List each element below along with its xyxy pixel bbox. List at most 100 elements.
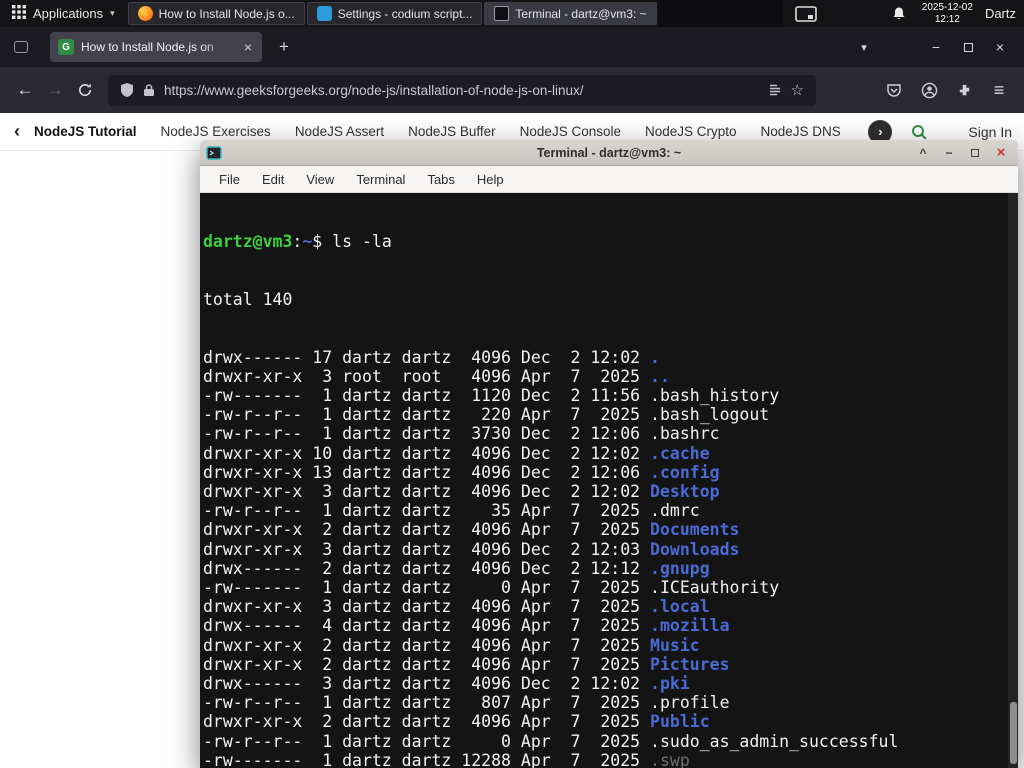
taskbar-button-firefox[interactable]: How to Install Node.js o... bbox=[127, 2, 305, 25]
taskbar-button-terminal[interactable]: Terminal - dartz@vm3: ~ bbox=[484, 2, 657, 25]
terminal-scrollbar[interactable] bbox=[1008, 193, 1018, 768]
bookmark-star-icon[interactable]: ☆ bbox=[791, 81, 804, 99]
file-name: .profile bbox=[650, 693, 730, 713]
maximize-button[interactable] bbox=[952, 33, 984, 61]
prompt-path: ~ bbox=[302, 232, 313, 252]
command-text: ls -la bbox=[332, 232, 392, 252]
clock[interactable]: 2025-12-02 12:12 bbox=[922, 2, 973, 25]
terminal-menubar: File Edit View Terminal Tabs Help bbox=[200, 166, 1018, 193]
panel-spacer bbox=[657, 0, 783, 27]
minimize-button[interactable]: − bbox=[938, 143, 960, 163]
minimize-button[interactable]: − bbox=[920, 33, 952, 61]
close-button[interactable]: × bbox=[990, 143, 1012, 163]
task-title: Terminal - dartz@vm3: ~ bbox=[515, 6, 647, 21]
file-name: . bbox=[650, 347, 660, 367]
menu-edit[interactable]: Edit bbox=[251, 172, 295, 187]
account-icon[interactable] bbox=[914, 75, 944, 105]
file-name: .bash_logout bbox=[650, 405, 770, 425]
firefox-icon bbox=[137, 6, 153, 21]
file-name: .bashrc bbox=[650, 424, 720, 444]
site-nav-link[interactable]: NodeJS Assert bbox=[295, 124, 384, 139]
terminal-line: drwx------ 3 dartz dartz 4096 Dec 2 12:0… bbox=[203, 674, 690, 694]
file-name: .swp bbox=[650, 750, 690, 768]
prompt-separator: : bbox=[292, 232, 303, 252]
clock-time: 12:12 bbox=[934, 13, 960, 25]
site-nav-link[interactable]: NodeJS DNS bbox=[761, 124, 841, 139]
terminal-line: drwx------ 17 dartz dartz 4096 Dec 2 12:… bbox=[203, 347, 660, 367]
terminal-line: drwxr-xr-x 2 dartz dartz 4096 Apr 7 2025… bbox=[203, 654, 730, 674]
pocket-icon[interactable] bbox=[879, 75, 909, 105]
menu-help[interactable]: Help bbox=[466, 172, 515, 187]
chevron-right-icon: › bbox=[878, 124, 883, 139]
top-panel: Applications ▾ How to Install Node.js o.… bbox=[0, 0, 1024, 27]
terminal-output[interactable]: dartz@vm3:~$ ls -la total 140 drwx------… bbox=[200, 193, 1018, 768]
site-nav-link[interactable]: NodeJS Buffer bbox=[408, 124, 496, 139]
file-name: Desktop bbox=[650, 482, 720, 502]
reload-button[interactable] bbox=[70, 75, 100, 105]
menu-tabs[interactable]: Tabs bbox=[416, 172, 465, 187]
file-name: .. bbox=[650, 366, 670, 386]
applications-menu[interactable]: Applications ▾ bbox=[0, 0, 127, 27]
tray-display-icon[interactable] bbox=[794, 5, 817, 22]
list-tabs-icon[interactable]: ▾ bbox=[848, 33, 880, 61]
sign-in-button[interactable]: Sign In bbox=[968, 124, 1012, 140]
terminal-line: -rw------- 1 dartz dartz 1120 Dec 2 11:5… bbox=[203, 386, 780, 406]
terminal-line: -rw------- 1 dartz dartz 0 Apr 7 2025 .I… bbox=[203, 578, 780, 598]
file-name: .bash_history bbox=[650, 386, 780, 406]
site-nav-links: NodeJS Tutorial NodeJS Exercises NodeJS … bbox=[34, 124, 874, 139]
terminal-line: drwx------ 2 dartz dartz 4096 Dec 2 12:1… bbox=[203, 558, 710, 578]
file-name: Public bbox=[650, 712, 710, 732]
shield-icon[interactable] bbox=[120, 82, 134, 98]
prompt-user-host: dartz@vm3 bbox=[203, 232, 293, 252]
taskbar-button-codium[interactable]: Settings - codium script... bbox=[306, 2, 483, 25]
file-name: .mozilla bbox=[650, 616, 730, 636]
terminal-icon bbox=[494, 6, 510, 21]
file-name: .dmrc bbox=[650, 501, 700, 521]
applications-icon bbox=[12, 5, 26, 22]
close-button[interactable]: × bbox=[984, 33, 1016, 61]
browser-tab[interactable]: G How to Install Node.js on × bbox=[50, 32, 262, 62]
site-nav-link[interactable]: NodeJS Crypto bbox=[645, 124, 737, 139]
prompt-line: dartz@vm3:~$ ls -la bbox=[203, 232, 1018, 251]
terminal-line: drwxr-xr-x 2 dartz dartz 4096 Apr 7 2025… bbox=[203, 635, 700, 655]
site-nav-link[interactable]: NodeJS Console bbox=[520, 124, 621, 139]
extensions-icon[interactable] bbox=[949, 75, 979, 105]
file-name: .ICEauthority bbox=[650, 578, 780, 598]
site-nav-link[interactable]: NodeJS Exercises bbox=[161, 124, 271, 139]
firefox-view-icon[interactable] bbox=[8, 34, 34, 60]
menu-terminal[interactable]: Terminal bbox=[345, 172, 416, 187]
terminal-line: drwxr-xr-x 2 dartz dartz 4096 Apr 7 2025… bbox=[203, 520, 740, 540]
terminal-window-title: Terminal - dartz@vm3: ~ bbox=[536, 145, 682, 160]
window-controls: ▾ − × bbox=[848, 33, 1016, 61]
desktop: Applications ▾ How to Install Node.js o.… bbox=[0, 0, 1024, 768]
terminal-line: drwxr-xr-x 3 dartz dartz 4096 Dec 2 12:0… bbox=[203, 539, 740, 559]
notification-bell-icon[interactable] bbox=[892, 6, 906, 21]
search-icon[interactable] bbox=[910, 123, 928, 141]
terminal-line: drwxr-xr-x 3 root root 4096 Apr 7 2025 .… bbox=[203, 366, 670, 386]
scrollbar-thumb[interactable] bbox=[1009, 702, 1017, 764]
terminal-line: drwxr-xr-x 3 dartz dartz 4096 Dec 2 12:0… bbox=[203, 482, 720, 502]
user-menu[interactable]: Dartz bbox=[985, 6, 1016, 21]
terminal-titlebar[interactable]: Terminal - dartz@vm3: ~ ^ − × bbox=[200, 140, 1018, 166]
file-name: .local bbox=[650, 597, 710, 617]
terminal-line: -rw-r--r-- 1 dartz dartz 0 Apr 7 2025 .s… bbox=[203, 731, 899, 751]
terminal-line: drwxr-xr-x 10 dartz dartz 4096 Dec 2 12:… bbox=[203, 443, 710, 463]
shade-button[interactable]: ^ bbox=[912, 143, 934, 163]
total-line: total 140 bbox=[203, 290, 293, 310]
new-tab-button[interactable]: + bbox=[272, 35, 296, 59]
menu-view[interactable]: View bbox=[295, 172, 345, 187]
scroll-left-icon[interactable]: ‹ bbox=[10, 121, 24, 142]
tab-close-icon[interactable]: × bbox=[242, 39, 254, 55]
menu-file[interactable]: File bbox=[208, 172, 251, 187]
menu-icon[interactable]: ≡ bbox=[984, 75, 1014, 105]
maximize-button[interactable] bbox=[964, 143, 986, 163]
terminal-line: drwxr-xr-x 13 dartz dartz 4096 Dec 2 12:… bbox=[203, 462, 720, 482]
reader-view-icon[interactable] bbox=[768, 83, 782, 97]
file-name: Downloads bbox=[650, 539, 740, 559]
forward-button[interactable]: → bbox=[40, 75, 70, 105]
url-bar[interactable]: https://www.geeksforgeeks.org/node-js/in… bbox=[108, 74, 816, 106]
site-nav-link[interactable]: NodeJS Tutorial bbox=[34, 124, 137, 139]
lock-icon[interactable] bbox=[143, 83, 155, 97]
back-button[interactable]: ← bbox=[10, 75, 40, 105]
file-name: .gnupg bbox=[650, 558, 710, 578]
